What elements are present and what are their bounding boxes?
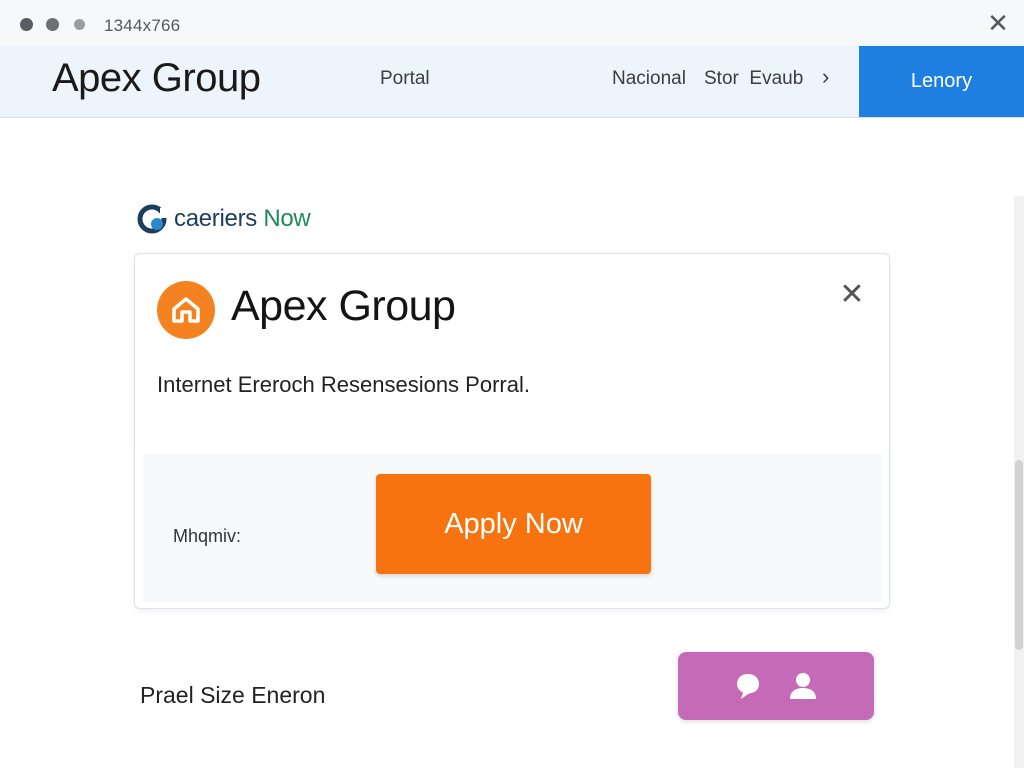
page-scrollbar-thumb[interactable] <box>1015 460 1023 650</box>
brand-logo-text[interactable]: Apex Group <box>52 56 261 101</box>
chat-contact-button[interactable] <box>678 652 874 720</box>
apply-now-button[interactable]: Apply Now <box>376 474 651 574</box>
window-close-icon[interactable]: ✕ <box>986 10 1010 36</box>
user-icon <box>790 673 816 699</box>
company-logo <box>157 281 215 339</box>
nav-link-portal[interactable]: Portal <box>380 68 430 90</box>
job-card: Apex Group ✕ Internet Ereroch Resensesio… <box>134 253 890 609</box>
nav-cta-button[interactable]: Lenory <box>859 46 1024 117</box>
title-bar: 1344x766 ✕ <box>0 0 1024 46</box>
window-close-dot[interactable] <box>20 18 33 31</box>
card-description: Internet Ereroch Resensesions Porral. <box>157 372 530 397</box>
chat-bubble-icon <box>737 674 759 699</box>
careers-logo-text: caeriers Now <box>174 205 311 232</box>
nav-link-nacional[interactable]: Nacional <box>612 68 686 90</box>
nav-link-stor-evaub[interactable]: Stor Evaub <box>704 68 803 90</box>
card-footer-label: Mhqmiv: <box>173 526 242 546</box>
card-close-icon[interactable]: ✕ <box>839 280 865 310</box>
careers-logo-icon <box>137 204 168 234</box>
card-title: Apex Group <box>231 282 456 330</box>
bottom-label: Prael Size Eneron <box>140 682 326 708</box>
chevron-right-icon[interactable]: › <box>822 64 829 90</box>
card-footer: Mhqmiv: Apply Now <box>143 454 883 602</box>
window-title: 1344x766 <box>104 16 181 35</box>
home-icon <box>172 297 200 323</box>
app-window: 1344x766 ✕ Apex Group Portal Nacional St… <box>0 0 1024 768</box>
top-navbar: Apex Group Portal Nacional Stor Evaub › … <box>0 46 1024 118</box>
careers-now-logo[interactable]: caeriers Now <box>136 202 311 236</box>
window-zoom-dot[interactable] <box>74 19 85 30</box>
window-minimize-dot[interactable] <box>46 18 59 31</box>
